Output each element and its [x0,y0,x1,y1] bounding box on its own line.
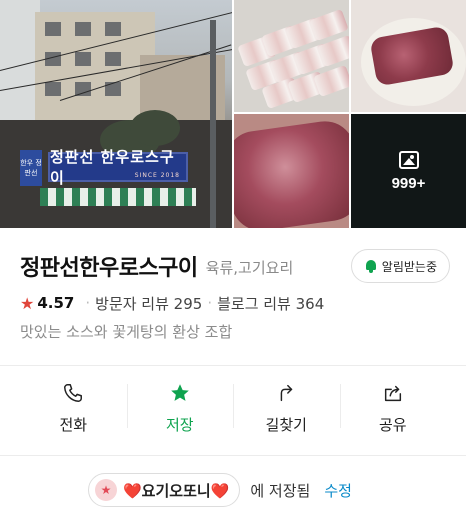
notify-label: 알림받는중 [381,259,437,274]
place-category: 육류,고기요리 [205,259,294,277]
image-icon [398,150,419,169]
share-icon [384,385,401,401]
saved-folder-chip[interactable]: ★ ❤️요기오또니❤️ [88,473,241,507]
more-photos-overlay[interactable]: 999+ [351,114,466,228]
utility-pole [210,20,216,228]
phone-icon [64,383,83,402]
directions-icon [280,384,293,401]
stats-row: ★ 4.57 · 방문자 리뷰 295 · 블로그 리뷰 364 [20,292,324,314]
store-sign: 정판선 한우로스구이 SINCE 2018 [48,148,188,187]
action-bar: 전화 저장 길찾기 공유 [20,372,446,444]
place-name: 정판선한우로스구이 [20,256,198,281]
save-button[interactable]: 저장 [126,372,234,444]
save-label: 저장 [165,415,194,434]
separator-dot: · [207,294,213,312]
photo-gallery: 한우 정판선 정판선 한우로스구이 SINCE 2018 999+ [0,0,466,228]
separator-dot: · [85,294,91,312]
photo-thumb-raw-beef[interactable] [234,114,349,228]
divider [0,365,466,366]
rating-star-icon: ★ [20,293,35,313]
photo-thumb-beef-plate[interactable] [351,0,466,112]
store-awning [40,188,196,206]
star-icon [170,383,189,401]
saved-status-text: 에 저장됨 [250,481,311,500]
bell-icon [364,259,378,273]
directions-label: 길찾기 [265,415,307,434]
divider [0,455,466,456]
folder-star-icon: ★ [95,479,117,501]
photo-count: 999+ [391,174,426,192]
notify-button[interactable]: 알림받는중 [350,249,450,283]
call-button[interactable]: 전화 [20,372,127,444]
edit-saved-link[interactable]: 수정 [324,480,352,501]
photo-thumb-more[interactable]: 999+ [351,114,466,228]
photo-thumb-sliced-meat[interactable] [234,0,349,112]
visitor-reviews-link[interactable]: 방문자 리뷰 295 [95,293,202,314]
share-label: 공유 [378,415,407,434]
share-button[interactable]: 공유 [339,372,447,444]
store-side-sign: 한우 정판선 [20,150,42,186]
call-label: 전화 [59,415,88,434]
place-description: 맛있는 소스와 꽃게탕의 환상 조합 [20,323,233,341]
directions-button[interactable]: 길찾기 [233,372,340,444]
blog-reviews-link[interactable]: 블로그 리뷰 364 [217,293,324,314]
saved-folder-row: ★ ❤️요기오또니❤️ 에 저장됨 수정 [88,473,352,507]
rating-value: 4.57 [37,294,75,312]
folder-name: ❤️요기오또니❤️ [123,481,230,500]
main-photo[interactable]: 한우 정판선 정판선 한우로스구이 SINCE 2018 [0,0,232,228]
